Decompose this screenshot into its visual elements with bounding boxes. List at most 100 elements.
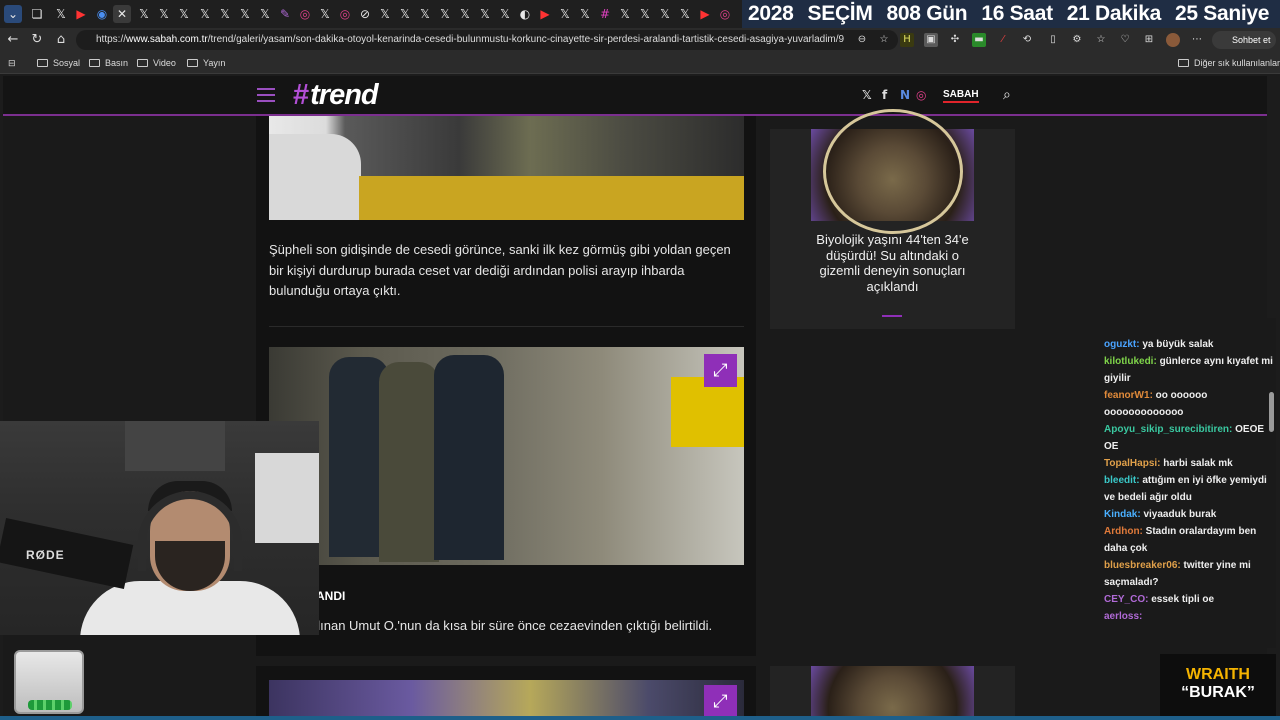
tab-list-icon[interactable]: ⌄ [4, 5, 22, 23]
favorite-star-icon[interactable]: ☆ [877, 33, 891, 47]
x-tab-icon[interactable]: 𝕏 [135, 5, 153, 23]
facebook-icon[interactable]: f [882, 88, 887, 102]
tab-actions-icon[interactable]: ⊟ [8, 56, 16, 70]
paragraph-text: alınan Umut O.'nun da kısa bir süre önce… [310, 618, 713, 633]
favorites-icon[interactable]: ☆ [1094, 33, 1108, 47]
x-tab-icon[interactable]: 𝕏 [616, 5, 634, 23]
more-menu-icon[interactable]: ⋯ [1190, 33, 1204, 47]
extension-icon[interactable]: ▬ [972, 33, 986, 47]
search-icon[interactable]: ⌕ [1003, 87, 1011, 103]
chat-username[interactable]: kilotlukedi [1104, 356, 1153, 367]
car-shape [269, 134, 361, 220]
x-tab-icon[interactable]: 𝕏 [676, 5, 694, 23]
chat-message: kilotlukedi: günlerce aynı kıyafet mi gi… [1104, 356, 1273, 384]
x-tab-icon[interactable]: 𝕏 [396, 5, 414, 23]
chat-username[interactable]: Apoyu_sikip_surecibitiren [1104, 424, 1229, 435]
extension-icon[interactable]: ✣ [948, 33, 962, 47]
x-tab-icon[interactable]: 𝕏 [196, 5, 214, 23]
sidebar-card-title[interactable]: Biyolojik yaşını 44'ten 34'e düşürdü! Su… [810, 232, 975, 294]
chat-username[interactable]: oguzkt [1104, 339, 1136, 350]
extension-icon[interactable]: ⁄ [996, 33, 1010, 47]
x-tab-icon[interactable]: 𝕏 [556, 5, 574, 23]
x-tab-icon[interactable]: 𝕏 [576, 5, 594, 23]
chat-username[interactable]: aerloss [1104, 611, 1139, 622]
url-field[interactable]: https://www.sabah.com.tr/trend/galeri/ya… [76, 30, 898, 50]
copilot-label: Sohbet et [1232, 35, 1271, 45]
bookmarks-bar: ⊟ Sosyal Basın Video Yayın Diğer sık kul… [0, 52, 1280, 74]
sabah-logo[interactable]: SABAH [943, 89, 979, 103]
expand-icon[interactable]: ⤢ [704, 354, 737, 387]
x-tab-icon[interactable]: 𝕏 [656, 5, 674, 23]
workspaces-icon[interactable]: ❏ [28, 5, 46, 23]
compass-tab-icon[interactable]: ⊘ [356, 5, 374, 23]
steam-tab-icon[interactable]: ◐ [516, 5, 534, 23]
chat-username[interactable]: TopalHapsi [1104, 458, 1157, 469]
sidebar-card-thumbnail [811, 666, 974, 720]
bookmark-yayin[interactable]: Yayın [187, 56, 225, 70]
expand-icon[interactable]: ⤢ [704, 685, 737, 718]
reader-mode-icon[interactable]: ⊖ [855, 33, 869, 47]
chat-username[interactable]: Ardhon [1104, 526, 1140, 537]
youtube-tab-icon[interactable]: ▶ [72, 5, 90, 23]
reload-icon[interactable]: ↻ [29, 32, 45, 48]
x-tab-icon[interactable]: 𝕏 [52, 5, 70, 23]
sidebar-card[interactable] [770, 666, 1015, 720]
bookmark-video[interactable]: Video [137, 56, 176, 70]
instagram-tab-icon[interactable]: ◎ [296, 5, 314, 23]
copilot-chat-button[interactable]: Sohbet et [1212, 31, 1276, 49]
stream-chat-overlay: oguzkt: ya büyük salak kilotlukedi: günle… [1100, 318, 1276, 648]
x-tab-icon[interactable]: 𝕏 [236, 5, 254, 23]
jar-overlay [14, 650, 84, 714]
pen-tab-icon[interactable]: ✎ [276, 5, 294, 23]
back-icon[interactable]: ← [5, 32, 21, 48]
x-tab-icon[interactable]: 𝕏 [155, 5, 173, 23]
browser-essentials-icon[interactable]: ♡ [1118, 33, 1132, 47]
x-tab-icon[interactable]: 𝕏 [436, 5, 454, 23]
x-tab-icon[interactable]: 𝕏 [496, 5, 514, 23]
chat-message: CEY_CO: essek tipli oe [1104, 594, 1215, 605]
sidebar-card[interactable]: Biyolojik yaşını 44'ten 34'e düşürdü! Su… [770, 109, 1015, 329]
chat-username[interactable]: Kindak [1104, 509, 1137, 520]
x-tab-icon[interactable]: 𝕏 [256, 5, 274, 23]
bookmark-basin[interactable]: Basın [89, 56, 128, 70]
split-screen-icon[interactable]: ▯ [1046, 33, 1060, 47]
close-tab-icon[interactable]: ✕ [113, 5, 131, 23]
article-photo-2: ⤢ [269, 347, 744, 565]
youtube-tab-icon[interactable]: ▶ [536, 5, 554, 23]
x-social-icon[interactable]: 𝕏 [862, 88, 872, 102]
chat-text: viyaaduk burak [1143, 509, 1217, 520]
chat-username[interactable]: feanorW1 [1104, 390, 1150, 401]
menu-icon[interactable] [257, 88, 275, 102]
chat-username[interactable]: bleedit [1104, 475, 1136, 486]
site-logo[interactable]: #trend [293, 79, 379, 112]
chrome-tab-icon[interactable]: ◉ [93, 5, 111, 23]
extensions-icon[interactable]: ⚙ [1070, 33, 1084, 47]
extension-icon[interactable]: ▣ [924, 33, 938, 47]
instagram-tab-icon[interactable]: ◎ [716, 5, 734, 23]
other-bookmarks[interactable]: Diğer sık kullanılanlar [1178, 56, 1280, 70]
chat-username[interactable]: CEY_CO [1104, 594, 1145, 605]
youtube-tab-icon[interactable]: ▶ [696, 5, 714, 23]
instagram-tab-icon[interactable]: ◎ [336, 5, 354, 23]
collections-icon[interactable]: ⊞ [1142, 33, 1156, 47]
home-icon[interactable]: ⌂ [53, 32, 69, 48]
news-icon[interactable]: N [900, 88, 910, 102]
extension-icon[interactable]: ⟲ [1020, 33, 1034, 47]
x-tab-icon[interactable]: 𝕏 [456, 5, 474, 23]
x-tab-icon[interactable]: 𝕏 [376, 5, 394, 23]
yellow-wall-shape [359, 176, 744, 220]
instagram-icon[interactable]: ◎ [916, 88, 926, 102]
x-tab-icon[interactable]: 𝕏 [175, 5, 193, 23]
chat-text: ya büyük salak [1142, 339, 1214, 350]
x-tab-icon[interactable]: 𝕏 [416, 5, 434, 23]
x-tab-icon[interactable]: 𝕏 [316, 5, 334, 23]
bookmark-sosyal[interactable]: Sosyal [37, 56, 80, 70]
x-tab-icon[interactable]: 𝕏 [636, 5, 654, 23]
chat-username[interactable]: bluesbreaker06 [1104, 560, 1177, 571]
hash-tab-icon[interactable]: # [596, 5, 614, 23]
scrollbar-thumb[interactable] [1269, 392, 1274, 432]
x-tab-icon[interactable]: 𝕏 [476, 5, 494, 23]
extension-icon[interactable]: H [900, 33, 914, 47]
x-tab-icon[interactable]: 𝕏 [216, 5, 234, 23]
profile-avatar-icon[interactable] [1166, 33, 1180, 47]
